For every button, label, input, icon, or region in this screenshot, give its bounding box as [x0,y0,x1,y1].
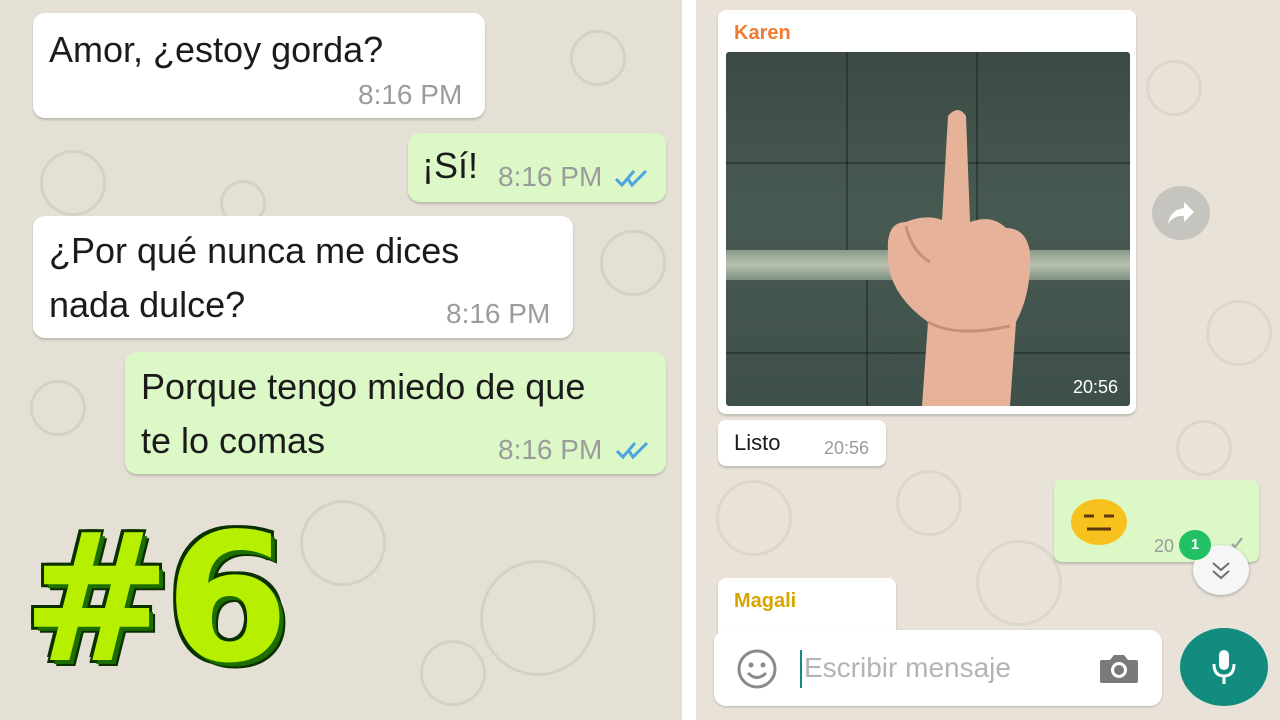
message-text-line: ¿Por qué nunca me dices [49,230,460,271]
message-time-partial: 20 [1154,536,1175,556]
message-bubble-incoming-partial[interactable]: Magali [718,578,896,638]
forward-button[interactable] [1152,186,1210,240]
unread-count-badge: 1 [1179,530,1211,560]
message-time: 8:16 PM [498,161,603,192]
hand-image [887,110,1031,406]
message-text: Listo [734,430,781,455]
message-time: 20:56 [824,438,870,458]
microphone-icon [1212,650,1236,684]
double-check-icon [615,441,649,460]
message-text-line: nada dulce? [49,284,246,325]
photo-time: 20:56 [1072,377,1118,397]
emoji-icon[interactable] [736,648,778,690]
message-text: Amor, ¿estoy gorda? [49,29,384,70]
left-chat-screenshot: Amor, ¿estoy gorda? 8:16 PM ¡Sí! 8:16 PM… [0,0,682,720]
message-text: ¡Sí! [422,145,479,186]
chevron-double-down-icon [1212,562,1230,580]
double-check-icon [614,169,648,188]
sender-name-karen: Karen [734,22,791,44]
expressionless-face-emoji [1071,499,1127,545]
panel-divider [682,0,696,720]
message-bubble-outgoing[interactable]: Porque tengo miedo de que te lo comas 8:… [125,352,666,474]
message-text-line: Porque tengo miedo de que [141,366,586,407]
message-time: 8:16 PM [358,79,463,110]
message-input-placeholder[interactable]: Escribir mensaje [804,652,1011,684]
voice-message-button[interactable] [1180,628,1268,706]
message-bubble-outgoing[interactable]: ¡Sí! 8:16 PM [408,133,666,202]
photo-message-bubble[interactable]: Karen 20:56 [718,10,1136,414]
shared-photo[interactable]: 20:56 [726,52,1130,406]
message-text-line: te lo comas [141,420,326,461]
message-input-bar[interactable]: Escribir mensaje [714,630,1162,706]
message-time: 8:16 PM [446,298,551,329]
message-time: 8:16 PM [498,434,603,465]
message-bubble-incoming[interactable]: Listo 20:56 [718,420,886,466]
message-bubble-incoming[interactable]: Amor, ¿estoy gorda? 8:16 PM [33,13,485,118]
camera-icon[interactable] [1098,652,1140,684]
message-bubble-incoming[interactable]: ¿Por qué nunca me dices nada dulce? 8:16… [33,216,573,338]
sender-name-magali: Magali [734,590,797,612]
right-chat-screenshot: Karen 20:56 Listo 20:56 20 1 Magali Escr… [696,0,1280,720]
episode-number-label: #6 [22,495,289,702]
forward-icon [1168,202,1194,224]
text-cursor [800,650,802,688]
